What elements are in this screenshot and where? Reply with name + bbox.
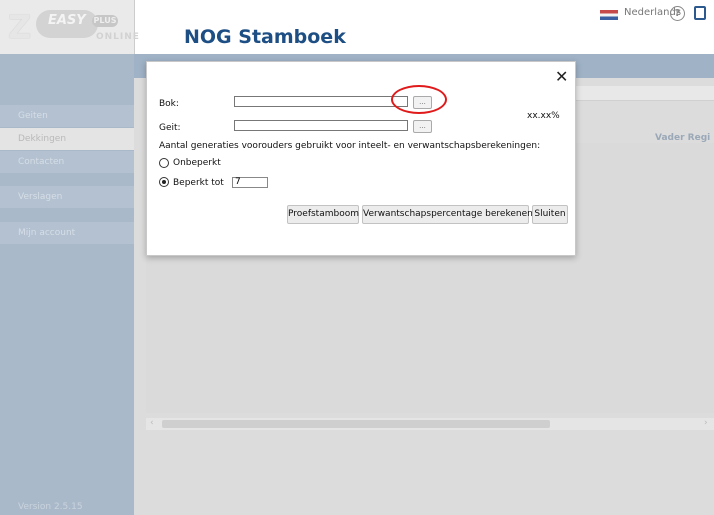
relationship-dialog: ✕ Bok: ... xx.xx% Geit: ... Aantal gener…: [146, 61, 576, 256]
scroll-right-icon[interactable]: ›: [704, 418, 708, 428]
bok-label: Bok:: [159, 99, 179, 109]
radio-onbeperkt-label: Onbeperkt: [173, 158, 221, 168]
generation-limit-input[interactable]: 7: [232, 177, 268, 188]
flag-icon[interactable]: [600, 10, 618, 20]
geit-browse-button[interactable]: ...: [413, 120, 432, 133]
generations-question: Aantal generaties voorouders gebruikt vo…: [159, 141, 541, 151]
sidebar-item-verslagen[interactable]: Verslagen: [0, 186, 134, 208]
radio-onbeperkt[interactable]: [159, 158, 169, 168]
scrollbar-thumb[interactable]: [162, 420, 550, 428]
calculate-percentage-button[interactable]: Verwantschapspercentage berekenen: [362, 205, 533, 224]
bok-field[interactable]: [234, 96, 408, 107]
sidebar-item-dekkingen[interactable]: Dekkingen: [0, 128, 134, 150]
column-header-vader[interactable]: Vader Regi: [655, 133, 710, 143]
help-icon[interactable]: ?: [670, 6, 685, 21]
version-label: Version 2.5.15: [18, 502, 83, 512]
page-title: NOG Stamboek: [184, 26, 346, 48]
exit-icon[interactable]: [694, 6, 706, 20]
proefstamboom-button[interactable]: Proefstamboom: [287, 205, 359, 224]
geit-field[interactable]: [234, 120, 408, 131]
close-icon[interactable]: ✕: [555, 67, 568, 86]
close-button[interactable]: Sluiten: [532, 205, 568, 224]
percentage-result: xx.xx%: [527, 111, 560, 121]
highlight-annotation: [391, 85, 447, 114]
radio-beperkt[interactable]: [159, 177, 169, 187]
sidebar-item-contacten[interactable]: Contacten: [0, 151, 134, 173]
geit-label: Geit:: [159, 123, 181, 133]
logo[interactable]: Z EASY PLUS ONLINE: [0, 0, 139, 54]
radio-beperkt-label: Beperkt tot: [173, 178, 224, 188]
sidebar-item-geiten[interactable]: Geiten: [0, 105, 134, 127]
scroll-left-icon[interactable]: ‹: [150, 418, 154, 428]
sidebar-item-mijn-account[interactable]: Mijn account: [0, 222, 134, 244]
